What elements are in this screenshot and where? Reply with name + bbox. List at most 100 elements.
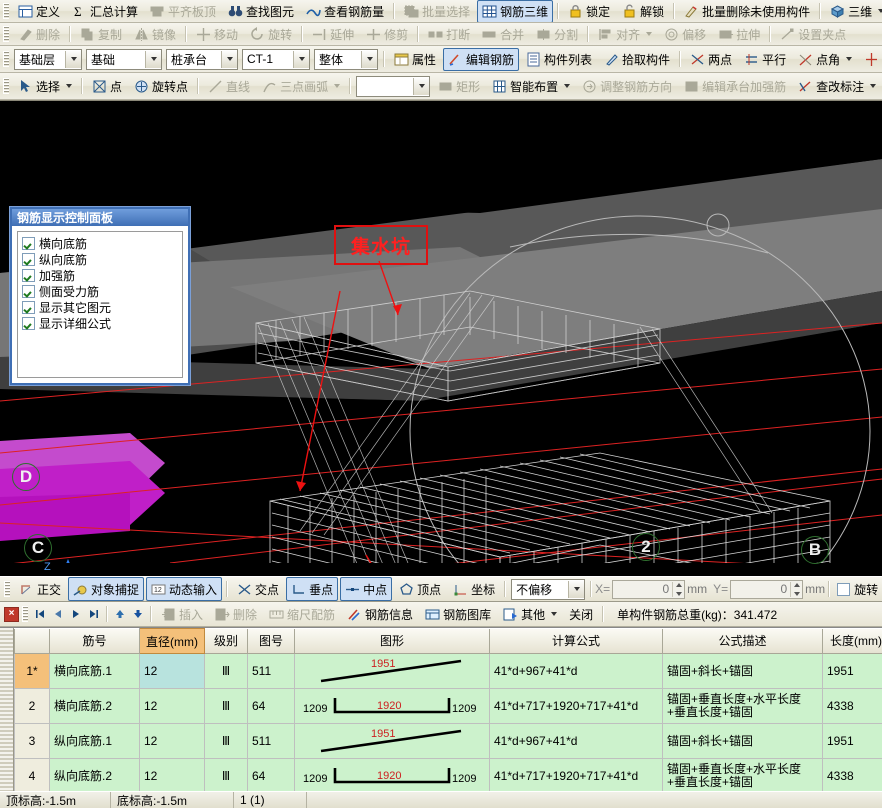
toolbar-button-锁定[interactable]: 锁定: [563, 0, 615, 23]
toolbar-button-编辑钢筋[interactable]: 编辑钢筋: [443, 48, 519, 71]
row-index[interactable]: 3: [15, 724, 50, 759]
snap-顶点[interactable]: 顶点: [394, 577, 446, 601]
toolbar-button-三点辅[interactable]: 三点辅: [859, 48, 882, 71]
snap-交点[interactable]: 交点: [232, 577, 284, 601]
cell-shape[interactable]: 120919201209: [295, 759, 490, 792]
checkbox-icon[interactable]: [22, 253, 35, 266]
x-input[interactable]: 0: [612, 580, 685, 599]
scope-select[interactable]: 整体: [314, 49, 378, 70]
y-spinner[interactable]: [790, 582, 802, 597]
cell-diameter[interactable]: 12: [140, 759, 205, 792]
cell-grade[interactable]: Ⅲ: [205, 689, 248, 724]
chevron-down-icon[interactable]: [568, 581, 584, 598]
checkbox-icon[interactable]: [22, 237, 35, 250]
component-select[interactable]: CT-1: [242, 49, 310, 70]
checkbox-icon[interactable]: [22, 301, 35, 314]
table-button-钢筋信息[interactable]: 钢筋信息: [342, 603, 418, 626]
first-record-button[interactable]: [32, 606, 48, 622]
status-toggle-动态输入[interactable]: 12动态输入: [146, 577, 222, 601]
cell-description[interactable]: 锚固+垂直长度+水平长度+垂直长度+锚固: [663, 689, 823, 724]
draw-mode-select[interactable]: [356, 76, 430, 97]
table-toolbar-grip[interactable]: [22, 606, 28, 622]
display-option-2[interactable]: 加强筋: [22, 268, 182, 283]
toolbar-grip[interactable]: [3, 51, 9, 67]
cell-shape[interactable]: 1951: [295, 724, 490, 759]
table-row[interactable]: 4纵向底筋.212Ⅲ6412091920120941*d+717+1920+71…: [15, 759, 882, 792]
table-row[interactable]: 2横向底筋.212Ⅲ6412091920120941*d+717+1920+71…: [15, 689, 882, 724]
move-up-button[interactable]: [112, 606, 128, 622]
x-spinner[interactable]: [672, 582, 684, 597]
cell-tu-number[interactable]: 511: [248, 724, 295, 759]
toolbar-button-两点[interactable]: 两点: [685, 48, 737, 71]
table-row[interactable]: 3纵向底筋.112Ⅲ511195141*d+967+41*d锚固+斜长+锚固19…: [15, 724, 882, 759]
offset-mode-select[interactable]: 不偏移: [511, 579, 585, 600]
toolbar-button-汇总计算[interactable]: Σ汇总计算: [67, 0, 143, 23]
chevron-down-icon[interactable]: [65, 51, 81, 68]
snap-中点[interactable]: 中点: [340, 577, 392, 601]
cell-tu-number[interactable]: 64: [248, 759, 295, 792]
toolbar-button-点[interactable]: 点: [87, 75, 127, 98]
cell-length[interactable]: 4338: [823, 759, 882, 792]
cell-description[interactable]: 锚固+斜长+锚固: [663, 724, 823, 759]
row-index[interactable]: 2: [15, 689, 50, 724]
toolbar-button-查改标注[interactable]: 查改标注: [793, 75, 881, 98]
cell-rebar-name[interactable]: 纵向底筋.2: [50, 759, 140, 792]
checkbox-icon[interactable]: [22, 285, 35, 298]
toolbar-button-选择[interactable]: 选择: [13, 75, 77, 98]
table-left-strip[interactable]: [0, 628, 14, 791]
cell-formula[interactable]: 41*d+717+1920+717+41*d: [490, 759, 663, 792]
toolbar-button-点角[interactable]: 点角: [793, 48, 857, 71]
column-header-公式描述[interactable]: 公式描述: [663, 629, 823, 654]
column-header-直径(mm)[interactable]: 直径(mm): [140, 629, 205, 654]
table-button-钢筋图库[interactable]: 钢筋图库: [420, 603, 496, 626]
toolbar-button-批量删除未使用构件[interactable]: 批量删除未使用构件: [679, 0, 815, 23]
toolbar-grip[interactable]: [3, 78, 9, 94]
cell-diameter[interactable]: 12: [140, 654, 205, 689]
column-header-筋号[interactable]: 筋号: [50, 629, 140, 654]
table-button-关闭[interactable]: 关闭: [564, 603, 598, 626]
prev-record-button[interactable]: [50, 606, 66, 622]
chevron-down-icon[interactable]: [846, 57, 852, 61]
cell-description[interactable]: 锚固+垂直长度+水平长度+垂直长度+锚固: [663, 759, 823, 792]
column-header-级别[interactable]: 级别: [205, 629, 248, 654]
cell-diameter[interactable]: 12: [140, 689, 205, 724]
column-header-计算公式[interactable]: 计算公式: [490, 629, 663, 654]
row-index[interactable]: 4: [15, 759, 50, 792]
table-row[interactable]: 1*横向底筋.112Ⅲ511195141*d+967+41*d锚固+斜长+锚固1…: [15, 654, 882, 689]
toolbar-grip[interactable]: [4, 581, 10, 597]
status-toggle-正交[interactable]: 正交: [14, 577, 66, 601]
chevron-down-icon[interactable]: [878, 9, 882, 13]
column-header-row-index[interactable]: [15, 629, 50, 654]
cell-tu-number[interactable]: 64: [248, 689, 295, 724]
cell-description[interactable]: 锚固+斜长+锚固: [663, 654, 823, 689]
column-header-图形[interactable]: 图形: [295, 629, 490, 654]
toolbar-button-定义[interactable]: 定义: [13, 0, 65, 23]
toolbar-grip[interactable]: [3, 3, 9, 19]
cell-formula[interactable]: 41*d+717+1920+717+41*d: [490, 689, 663, 724]
cell-tu-number[interactable]: 511: [248, 654, 295, 689]
column-header-图号[interactable]: 图号: [248, 629, 295, 654]
snap-坐标[interactable]: 坐标: [448, 577, 500, 601]
toolbar-button-智能布置[interactable]: 智能布置: [487, 75, 575, 98]
chevron-down-icon[interactable]: [334, 84, 340, 88]
chevron-down-icon[interactable]: [413, 78, 429, 95]
column-header-长度(mm)[interactable]: 长度(mm): [823, 629, 882, 654]
toolbar-button-旋转点[interactable]: 旋转点: [129, 75, 193, 98]
snap-垂点[interactable]: 垂点: [286, 577, 338, 601]
toolbar-grip[interactable]: [3, 26, 9, 42]
cell-rebar-name[interactable]: 纵向底筋.1: [50, 724, 140, 759]
last-record-button[interactable]: [86, 606, 102, 622]
chevron-down-icon[interactable]: [361, 51, 377, 68]
toolbar-button-三维[interactable]: 三维: [825, 0, 882, 23]
chevron-down-icon[interactable]: [66, 84, 72, 88]
status-toggle-对象捕捉[interactable]: 对象捕捉: [68, 577, 144, 601]
toolbar-button-构件列表[interactable]: 构件列表: [521, 48, 597, 71]
chevron-down-icon[interactable]: [145, 51, 161, 68]
checkbox-icon[interactable]: [22, 269, 35, 282]
category-select[interactable]: 基础: [86, 49, 162, 70]
next-record-button[interactable]: [68, 606, 84, 622]
toolbar-button-查看钢筋量[interactable]: 查看钢筋量: [301, 0, 389, 23]
toolbar-button-拾取构件[interactable]: 拾取构件: [599, 48, 675, 71]
table-button-其他[interactable]: 其他: [498, 603, 562, 626]
toolbar-button-解锁[interactable]: 解锁: [617, 0, 669, 23]
